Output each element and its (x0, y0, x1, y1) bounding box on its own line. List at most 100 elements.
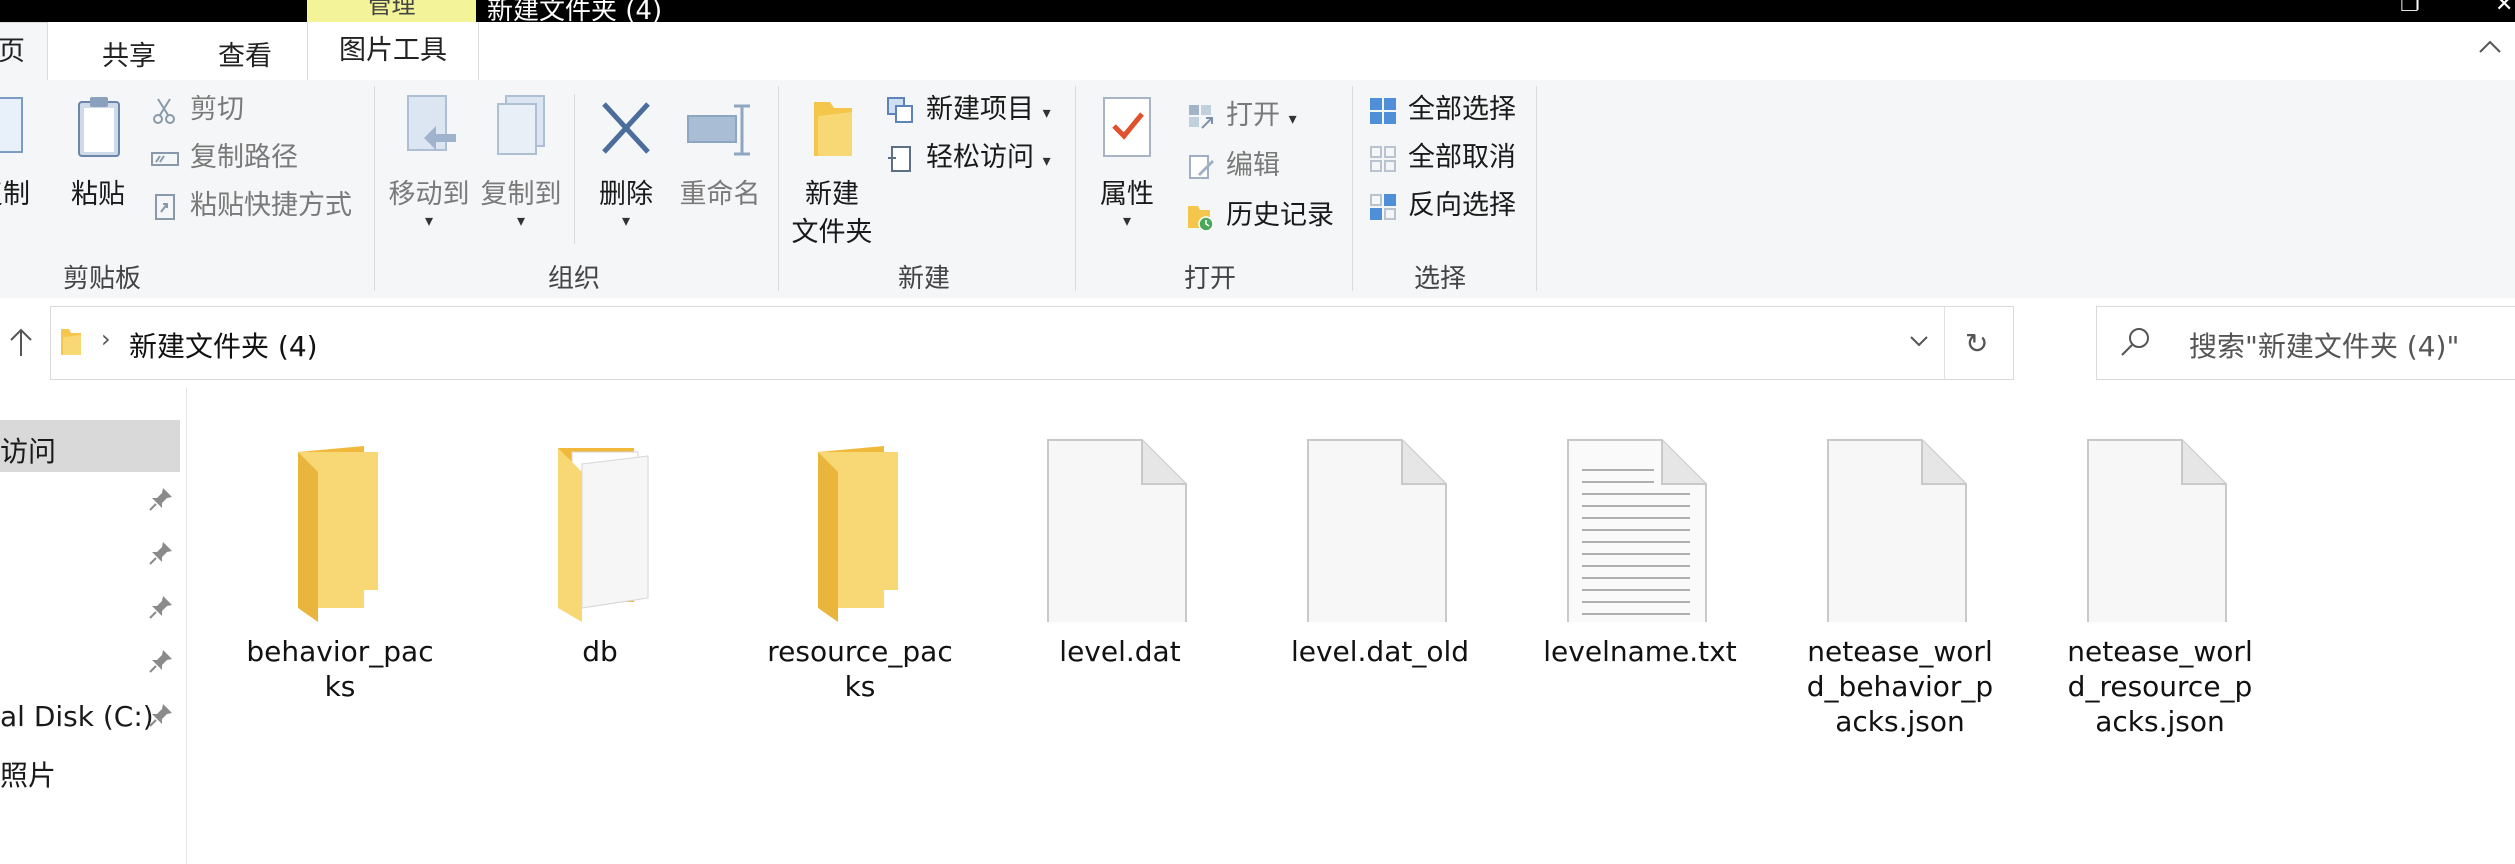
ribbon: 复制 粘贴 剪切 复制路径 粘贴快捷方式 剪贴板 (0, 80, 2515, 299)
group-divider (1075, 86, 1076, 291)
group-divider (574, 94, 575, 244)
file-name: behavior_packs (246, 635, 434, 703)
breadcrumb-chevron-icon[interactable]: › (101, 325, 111, 353)
nav-item-pinned-1[interactable] (0, 474, 180, 526)
copy-to-icon (497, 95, 545, 155)
group-divider (1536, 86, 1537, 291)
properties-button[interactable]: 属性 ▾ (1088, 80, 1166, 250)
properties-caret-icon: ▾ (1122, 211, 1132, 230)
cut-label: 剪切 (190, 94, 244, 125)
paste-shortcut-icon (155, 194, 175, 220)
history-icon (1188, 206, 1214, 232)
list-item[interactable]: level.dat (1005, 412, 1235, 669)
list-item[interactable]: db (485, 412, 715, 669)
file-name: db (582, 635, 618, 668)
refresh-button[interactable]: ↻ (1944, 307, 2013, 379)
paste-shortcut-label: 粘贴快捷方式 (190, 190, 352, 221)
new-folder-button[interactable]: 新建 文件夹 (790, 80, 874, 250)
breadcrumb[interactable]: 新建文件夹 (4) (129, 325, 318, 365)
new-item-label: 新建项目 ▾ (926, 94, 1051, 125)
ribbon-tab-row: 主页 共享 查看 图片工具 (0, 22, 2515, 81)
new-folder-label-2: 文件夹 (791, 217, 873, 248)
select-none-label: 全部取消 (1408, 142, 1516, 173)
file-name: level.dat_old (1290, 635, 1470, 668)
close-icon[interactable]: ✕ (2495, 0, 2513, 17)
tab-home-label: 主页 (0, 36, 25, 67)
nav-item-pinned-2[interactable] (0, 528, 180, 580)
select-all-label: 全部选择 (1408, 94, 1516, 125)
invert-selection-icon (1370, 194, 1396, 220)
new-item-caret-icon: ▾ (1042, 103, 1051, 122)
paste-button[interactable]: 粘贴 (66, 80, 130, 250)
tab-share[interactable]: 共享 (102, 34, 156, 73)
file-icon (1827, 439, 1967, 627)
folder-icon (61, 329, 81, 355)
list-item[interactable]: behavior_packs (225, 412, 455, 704)
copy-to-caret-icon: ▾ (516, 211, 526, 230)
rename-button[interactable]: 重命名 (672, 80, 768, 250)
select-group-label: 选择 (1413, 264, 1467, 294)
file-name: netease_world_resource_packs.json (2067, 635, 2253, 738)
restore-icon[interactable]: ❐ (2400, 0, 2420, 17)
folder-icon (298, 446, 378, 622)
list-item[interactable]: resource_packs (745, 412, 975, 704)
move-to-button[interactable]: 移动到 ▾ (384, 80, 474, 250)
new-group-label: 新建 (897, 264, 951, 294)
tab-picture-tools[interactable]: 图片工具 (307, 22, 479, 80)
nav-item-label: 照片 (0, 759, 57, 792)
file-icon (1047, 439, 1187, 627)
file-icon (1307, 439, 1447, 627)
open-group-label: 打开 (1183, 264, 1237, 294)
list-item[interactable]: levelname.txt (1525, 412, 1755, 669)
context-tab-manage[interactable]: 管理 (307, 0, 476, 22)
up-arrow-icon[interactable] (6, 326, 36, 358)
nav-item-pinned-3[interactable] (0, 582, 180, 634)
address-bar[interactable]: › 新建文件夹 (4) ↻ (50, 306, 2014, 380)
refresh-icon: ↻ (1965, 327, 1989, 360)
easy-access-caret-icon: ▾ (1042, 151, 1051, 170)
delete-button[interactable]: 删除 ▾ (586, 80, 666, 250)
tab-home[interactable]: 主页 (0, 22, 48, 81)
pin-icon[interactable] (148, 702, 174, 728)
delete-caret-icon: ▾ (621, 211, 631, 230)
pin-icon[interactable] (148, 594, 174, 620)
nav-item-quick-access[interactable]: 访问 (0, 420, 180, 472)
nav-item-pinned-4[interactable] (0, 636, 180, 688)
pin-icon[interactable] (148, 648, 174, 674)
file-icon (2087, 439, 2227, 627)
pin-icon[interactable] (148, 486, 174, 512)
organize-group-label: 组织 (547, 264, 601, 294)
nav-item-photos[interactable]: 照片 (0, 744, 180, 796)
search-input[interactable]: 搜索"新建文件夹 (4)" (2096, 306, 2515, 380)
list-item[interactable]: netease_world_behavior_packs.json (1785, 412, 2015, 739)
rename-label: 重命名 (679, 179, 761, 210)
select-all-icon (1370, 98, 1396, 124)
easy-access-icon (888, 146, 911, 172)
search-placeholder: 搜索"新建文件夹 (4)" (2189, 330, 2460, 363)
invert-selection-label: 反向选择 (1408, 190, 1516, 221)
copy-button[interactable]: 复制 (0, 80, 34, 250)
copy-to-button[interactable]: 复制到 ▾ (476, 80, 566, 250)
list-item[interactable]: netease_world_resource_packs.json (2045, 412, 2275, 739)
file-name: level.dat (1059, 635, 1181, 668)
open-icon (1189, 105, 1213, 129)
nav-item-label: 访问 (0, 435, 57, 468)
history-label: 历史记录 (1226, 200, 1334, 231)
easy-access-label: 轻松访问 ▾ (926, 142, 1051, 173)
collapse-ribbon-icon[interactable] (2475, 32, 2505, 62)
folder-icon (818, 446, 898, 622)
tab-view[interactable]: 查看 (218, 34, 272, 73)
open-caret-icon: ▾ (1288, 109, 1297, 128)
text-file-icon (1567, 439, 1707, 627)
group-divider (1352, 86, 1353, 291)
list-item[interactable]: level.dat_old (1265, 412, 1495, 669)
navigation-pane: 访问 al Disk (C:) 照片 (0, 388, 187, 864)
pin-icon[interactable] (148, 540, 174, 566)
new-folder-label-1: 新建 (805, 179, 859, 210)
delete-x-icon (602, 102, 650, 154)
scissors-icon (153, 98, 175, 124)
address-dropdown-icon[interactable] (1907, 329, 1931, 353)
folder-with-files-icon (558, 448, 649, 622)
nav-item-local-disk[interactable]: al Disk (C:) (0, 690, 180, 742)
nav-item-label: al Disk (C:) (0, 700, 154, 733)
